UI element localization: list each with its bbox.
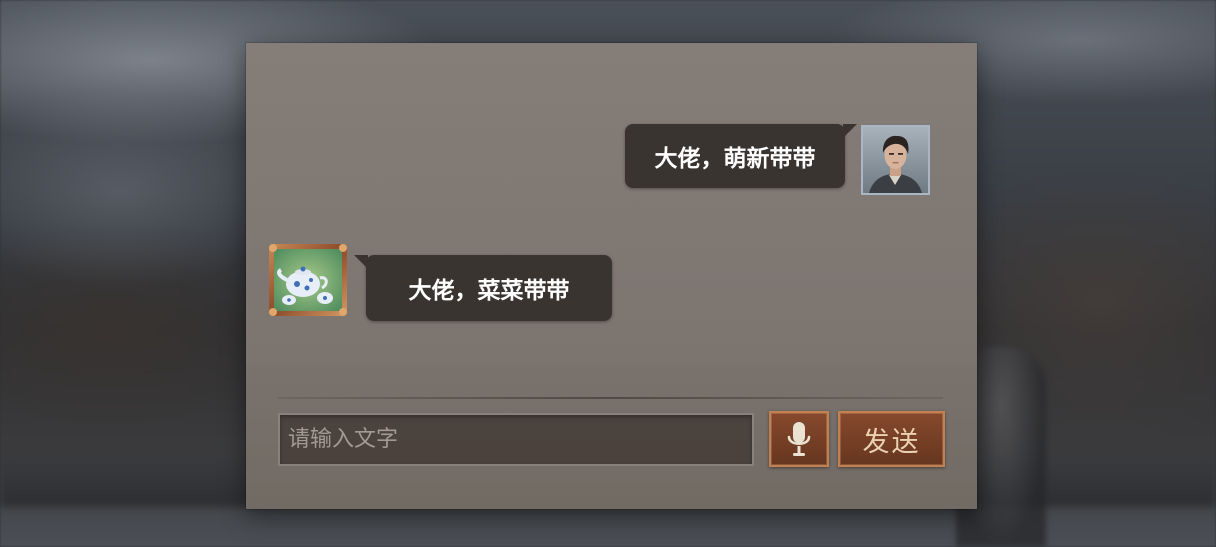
other-avatar[interactable] bbox=[267, 242, 349, 318]
send-button-label: 发送 bbox=[862, 426, 921, 458]
send-button[interactable]: 发送 bbox=[838, 411, 945, 467]
voice-input-button[interactable] bbox=[769, 411, 829, 467]
character-portrait-icon bbox=[863, 127, 928, 193]
chat-message-input[interactable] bbox=[278, 413, 754, 466]
composer-divider bbox=[278, 397, 943, 399]
self-avatar[interactable] bbox=[861, 125, 930, 195]
chat-panel: 大佬，萌新带带 大佬，菜菜带带 请输入文字 发送 bbox=[246, 43, 977, 509]
chat-bubble-self: 大佬，萌新带带 bbox=[625, 124, 857, 188]
teapot-item-icon bbox=[269, 244, 347, 316]
chat-bubble-other: 大佬，菜菜带带 bbox=[354, 255, 612, 321]
chat-message-text: 大佬，萌新带带 bbox=[654, 146, 816, 172]
microphone-icon bbox=[787, 422, 811, 456]
chat-message-text: 大佬，菜菜带带 bbox=[408, 278, 570, 304]
